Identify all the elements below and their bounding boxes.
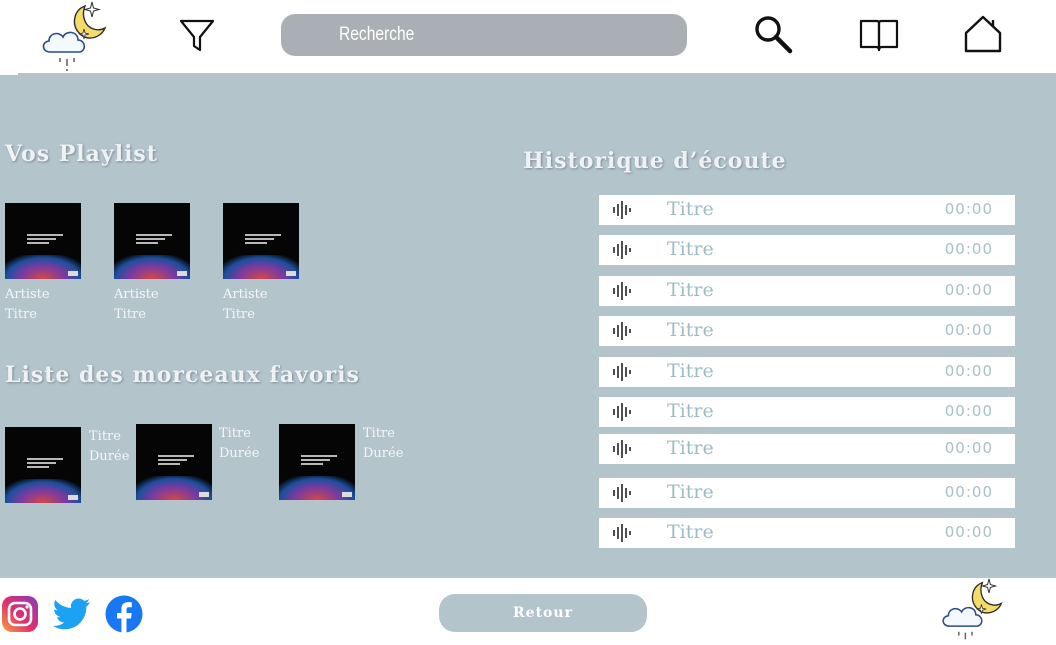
history-row-time: 00:00 [944, 240, 993, 258]
history-row-time: 00:00 [944, 439, 993, 457]
soundwave-icon [613, 363, 631, 381]
favorite-title: Titre [363, 426, 395, 441]
back-button[interactable]: Retour [439, 594, 647, 632]
history-row-title: Titre [667, 400, 714, 422]
history-row-title: Titre [667, 437, 714, 459]
history-row-title: Titre [667, 198, 714, 220]
history-title: Historique d’écoute [523, 148, 787, 174]
header [0, 0, 1056, 73]
search-icon[interactable] [752, 14, 794, 56]
history-row-title: Titre [667, 481, 714, 503]
favorite-duration: Durée [89, 449, 130, 464]
history-row[interactable]: Titre 00:00 [599, 195, 1015, 225]
playlist-title: Titre [223, 307, 255, 322]
playlist-cover[interactable] [5, 203, 81, 279]
history-row-title: Titre [667, 360, 714, 382]
playlist-cover[interactable] [114, 203, 190, 279]
favorite-cover[interactable] [279, 424, 355, 500]
soundwave-icon [613, 201, 631, 219]
playlist-title: Titre [5, 307, 37, 322]
soundwave-icon [613, 282, 631, 300]
home-icon[interactable] [962, 14, 1004, 54]
history-row-time: 00:00 [944, 483, 993, 501]
history-row[interactable]: Titre 00:00 [599, 478, 1015, 508]
history-row[interactable]: Titre 00:00 [599, 518, 1015, 548]
instagram-icon[interactable] [0, 594, 40, 634]
favorite-title: Titre [89, 429, 121, 444]
book-icon[interactable] [857, 16, 901, 54]
soundwave-icon [613, 403, 631, 421]
playlist-cover[interactable] [223, 203, 299, 279]
history-row-time: 00:00 [944, 321, 993, 339]
playlist-artist: Artiste [114, 287, 159, 302]
soundwave-icon [613, 524, 631, 542]
panel-edge [0, 73, 18, 75]
favorite-title: Titre [219, 426, 251, 441]
playlist-artist: Artiste [5, 287, 50, 302]
twitter-icon[interactable] [52, 594, 92, 634]
favorite-duration: Durée [219, 446, 260, 461]
search-bar[interactable] [281, 14, 687, 56]
favorite-cover[interactable] [136, 424, 212, 500]
history-row-time: 00:00 [944, 523, 993, 541]
history-row[interactable]: Titre 00:00 [599, 276, 1015, 306]
playlist-artist: Artiste [223, 287, 268, 302]
history-row-time: 00:00 [944, 200, 993, 218]
history-row-title: Titre [667, 521, 714, 543]
moon-cloud-logo [942, 578, 1003, 640]
history-row-time: 00:00 [944, 402, 993, 420]
favorites-title: Liste des morceaux favoris [5, 362, 360, 388]
favorite-duration: Durée [363, 446, 404, 461]
playlist-title: Titre [114, 307, 146, 322]
favorite-cover[interactable] [5, 427, 81, 503]
filter-icon[interactable] [178, 16, 216, 54]
moon-cloud-logo [42, 1, 107, 71]
history-row[interactable]: Titre 00:00 [599, 235, 1015, 265]
soundwave-icon [613, 484, 631, 502]
soundwave-icon [613, 440, 631, 458]
history-row[interactable]: Titre 00:00 [599, 357, 1015, 387]
history-row-title: Titre [667, 279, 714, 301]
history-row-title: Titre [667, 319, 714, 341]
playlists-title: Vos Playlist [5, 141, 158, 167]
history-row-time: 00:00 [944, 281, 993, 299]
history-row-time: 00:00 [944, 362, 993, 380]
main-panel: Vos Playlist Artiste Titre Artiste Titre… [0, 73, 1056, 578]
history-row[interactable]: Titre 00:00 [599, 397, 1015, 427]
search-input[interactable] [339, 22, 602, 48]
history-row[interactable]: Titre 00:00 [599, 434, 1015, 464]
footer: Retour [0, 578, 1056, 645]
history-row[interactable]: Titre 00:00 [599, 316, 1015, 346]
history-row-title: Titre [667, 238, 714, 260]
facebook-icon[interactable] [104, 594, 144, 634]
soundwave-icon [613, 241, 631, 259]
soundwave-icon [613, 322, 631, 340]
